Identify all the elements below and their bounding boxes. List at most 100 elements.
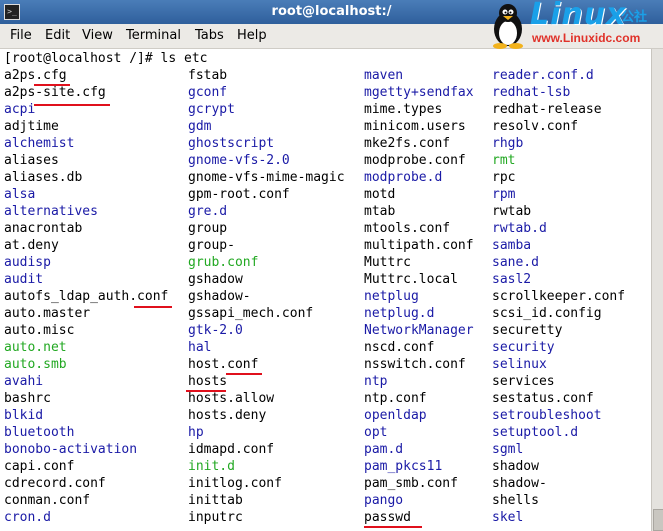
file-entry: acpi <box>4 102 36 117</box>
file-entry: modprobe.conf <box>364 153 466 168</box>
file-entry: aliases.db <box>4 170 83 185</box>
file-entry: fstab <box>188 68 228 83</box>
file-entry: a2ps-site.cfg <box>4 85 106 100</box>
file-entry: maven <box>364 68 404 83</box>
file-entry: pam.d <box>364 442 404 457</box>
menu-view[interactable]: View <box>82 28 113 43</box>
file-entry: gconf <box>188 85 228 100</box>
file-entry: anacrontab <box>4 221 83 236</box>
file-entry: bashrc <box>4 391 51 406</box>
file-entry: cdrecord.conf <box>4 476 106 491</box>
menu-edit[interactable]: Edit <box>45 28 70 43</box>
file-entry: rwtab <box>492 204 532 219</box>
file-entry: redhat-lsb <box>492 85 571 100</box>
file-entry: adjtime <box>4 119 59 134</box>
file-entry: Muttrc.local <box>364 272 458 287</box>
annotation-underline <box>34 84 70 86</box>
file-entry: avahi <box>4 374 44 389</box>
file-entry: inittab <box>188 493 243 508</box>
file-entry: gcrypt <box>188 102 235 117</box>
file-entry: alsa <box>4 187 36 202</box>
logo-url: www.Linuxidc.com <box>532 31 641 45</box>
file-entry: securetty <box>492 323 563 338</box>
file-entry: auto.net <box>4 340 67 355</box>
menu-help[interactable]: Help <box>237 28 267 43</box>
file-entry: grub.conf <box>188 255 259 270</box>
file-entry: host.conf <box>188 357 259 372</box>
file-entry: minicom.users <box>364 119 466 134</box>
file-entry: selinux <box>492 357 547 372</box>
file-entry: gdm <box>188 119 212 134</box>
menu-tabs[interactable]: Tabs <box>195 28 224 43</box>
file-entry: cron.d <box>4 510 51 525</box>
annotation-underline <box>226 373 262 375</box>
file-entry: setuptool.d <box>492 425 579 440</box>
file-entry: gnome-vfs-2.0 <box>188 153 290 168</box>
logo-cn: 公社 <box>621 10 648 25</box>
file-entry: pam_smb.conf <box>364 476 458 491</box>
annotation-underline <box>34 104 110 106</box>
file-entry: mtools.conf <box>364 221 451 236</box>
file-entry: audisp <box>4 255 51 270</box>
file-entry: gshadow- <box>188 289 251 304</box>
file-entry: rhgb <box>492 136 524 151</box>
file-entry: mtab <box>364 204 396 219</box>
terminal-output[interactable]: [root@localhost /]# ls etc a2ps.cfg a2ps-… <box>0 49 651 531</box>
file-entry: scsi_id.config <box>492 306 602 321</box>
file-entry: shadow- <box>492 476 547 491</box>
file-entry: resolv.conf <box>492 119 579 134</box>
file-entry: rmt <box>492 153 516 168</box>
file-entry: group <box>188 221 228 236</box>
file-entry: autofs_ldap_auth.conf <box>4 289 169 304</box>
file-entry: nsswitch.conf <box>364 357 466 372</box>
file-entry: sasl2 <box>492 272 532 287</box>
file-entry: services <box>492 374 555 389</box>
file-entry: alchemist <box>4 136 75 151</box>
file-entry: capi.conf <box>4 459 75 474</box>
file-entry: ghostscript <box>188 136 275 151</box>
file-entry: ntp <box>364 374 388 389</box>
file-entry: alternatives <box>4 204 98 219</box>
file-entry: rpm <box>492 187 516 202</box>
file-entry: gnome-vfs-mime-magic <box>188 170 345 185</box>
file-entry: mgetty+sendfax <box>364 85 474 100</box>
file-entry: group- <box>188 238 235 253</box>
file-entry: hp <box>188 425 204 440</box>
file-entry: idmapd.conf <box>188 442 275 457</box>
file-entry: shells <box>492 493 539 508</box>
file-entry: reader.conf.d <box>492 68 594 83</box>
file-entry: nscd.conf <box>364 340 435 355</box>
file-entry: hosts.allow <box>188 391 275 406</box>
file-entry: scrollkeeper.conf <box>492 289 626 304</box>
file-entry: sestatus.conf <box>492 391 594 406</box>
file-entry: pam_pkcs11 <box>364 459 443 474</box>
annotation-underline <box>134 306 172 308</box>
file-entry: skel <box>492 510 524 525</box>
file-entry: gtk-2.0 <box>188 323 243 338</box>
file-entry: pango <box>364 493 404 508</box>
file-entry: sgml <box>492 442 524 457</box>
file-entry: hosts.deny <box>188 408 267 423</box>
file-entry: hosts <box>188 374 228 389</box>
shell-prompt: [root@localhost /]# ls etc <box>4 51 208 66</box>
terminal-scrollbar[interactable] <box>651 49 663 531</box>
file-entry: blkid <box>4 408 44 423</box>
file-entry: shadow <box>492 459 539 474</box>
annotation-underline <box>186 390 226 392</box>
file-entry: opt <box>364 425 388 440</box>
file-entry: audit <box>4 272 44 287</box>
file-entry: rwtab.d <box>492 221 547 236</box>
file-entry: mke2fs.conf <box>364 136 451 151</box>
file-entry: mime.types <box>364 102 443 117</box>
file-entry: auto.smb <box>4 357 67 372</box>
logo-word: Linux <box>530 0 627 32</box>
file-entry: netplug.d <box>364 306 435 321</box>
file-entry: aliases <box>4 153 59 168</box>
file-entry: security <box>492 340 555 355</box>
menu-terminal[interactable]: Terminal <box>126 28 181 43</box>
scrollbar-thumb[interactable] <box>653 509 663 531</box>
menu-file[interactable]: File <box>10 28 32 43</box>
file-entry: at.deny <box>4 238 59 253</box>
file-entry: bonobo-activation <box>4 442 138 457</box>
file-entry: Muttrc <box>364 255 411 270</box>
